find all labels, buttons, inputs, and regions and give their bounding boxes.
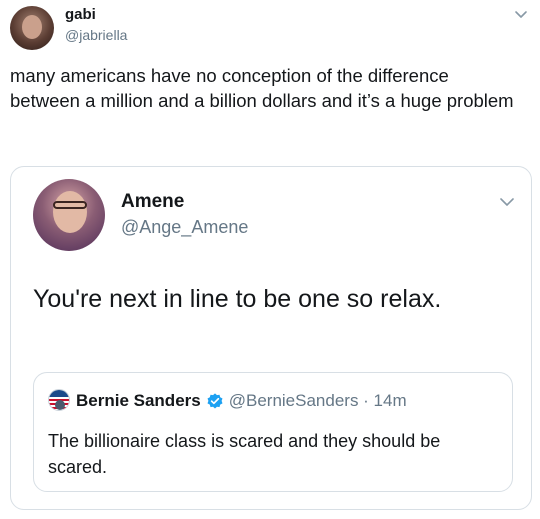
display-name[interactable]: Amene — [121, 191, 184, 213]
display-name[interactable]: gabi — [65, 6, 96, 23]
flag-logo-icon — [49, 390, 69, 410]
avatar[interactable] — [33, 179, 105, 251]
verified-badge-icon — [207, 393, 223, 409]
avatar[interactable] — [10, 6, 54, 50]
chevron-down-icon[interactable] — [497, 195, 517, 209]
nested-header: Bernie Sanders @BernieSanders · 14m — [76, 391, 407, 411]
handle[interactable]: @Ange_Amene — [121, 217, 248, 238]
handle[interactable]: @jabriella — [65, 27, 127, 43]
avatar[interactable] — [48, 389, 70, 411]
handle-and-time[interactable]: @BernieSanders · 14m — [229, 391, 407, 411]
tweet-text: You're next in line to be one so relax. — [33, 285, 442, 313]
nested-quoted-tweet-card[interactable]: Bernie Sanders @BernieSanders · 14m The … — [33, 372, 513, 492]
tweet-text: The billionaire class is scared and they… — [48, 431, 441, 477]
tweet-text: many americans have no conception of the… — [10, 65, 514, 111]
display-name[interactable]: Bernie Sanders — [76, 391, 201, 411]
quoted-tweet-card[interactable]: Amene @Ange_Amene You're next in line to… — [10, 166, 532, 510]
chevron-down-icon[interactable] — [512, 8, 530, 22]
